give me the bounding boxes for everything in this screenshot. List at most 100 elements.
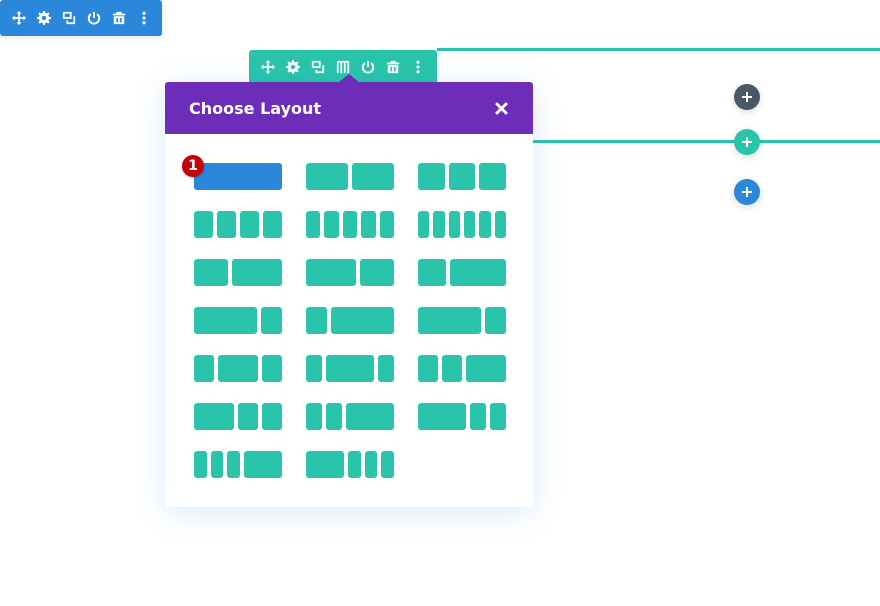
- layout-column: [361, 211, 376, 238]
- layout-column: [418, 163, 445, 190]
- row-border-bottom: [533, 140, 880, 143]
- plus-icon: [742, 137, 752, 147]
- layout-column: [449, 259, 506, 286]
- layout-option-1-2-1[interactable]: [194, 355, 282, 382]
- layout-column: [442, 355, 462, 382]
- layout-option-3-1-1[interactable]: [418, 403, 506, 430]
- layout-column: [418, 307, 481, 334]
- more-icon[interactable]: [406, 50, 431, 83]
- layout-column: [448, 211, 460, 238]
- layout-option-1-1-1-1[interactable]: [194, 211, 282, 238]
- layout-column: [342, 211, 358, 238]
- layout-column: [348, 451, 361, 478]
- layout-column: [417, 259, 446, 286]
- layout-column: [306, 307, 327, 334]
- layout-column: [306, 451, 344, 478]
- layout-column: [466, 355, 506, 382]
- gear-icon[interactable]: [280, 50, 305, 83]
- trash-icon[interactable]: [106, 0, 131, 36]
- layout-column: [326, 403, 342, 430]
- layout-column: [240, 211, 259, 238]
- layout-option-1-1-1-3[interactable]: [194, 451, 282, 478]
- layout-column: [485, 307, 506, 334]
- layout-option-3-2[interactable]: [305, 259, 394, 286]
- layout-option-3-1[interactable]: [418, 307, 506, 334]
- layout-row: 1: [182, 155, 506, 190]
- power-icon[interactable]: [81, 0, 106, 36]
- layout-option-1-3[interactable]: [306, 307, 394, 334]
- layout-option-1-1[interactable]: [306, 163, 394, 190]
- add-row-button[interactable]: [734, 129, 760, 155]
- layout-column: [194, 163, 282, 190]
- layout-column: [261, 307, 282, 334]
- layout-column: [210, 451, 224, 478]
- layout-option-1-1-3[interactable]: [306, 403, 394, 430]
- layout-column: [227, 451, 240, 478]
- layout-row: [194, 307, 506, 334]
- layout-column: [463, 211, 476, 238]
- layout-column: [194, 451, 207, 478]
- layout-option-1-2[interactable]: [417, 259, 506, 286]
- layout-option-1-1-2[interactable]: [418, 355, 506, 382]
- layout-option-3-1-1-1[interactable]: [306, 451, 394, 478]
- layout-column: [306, 211, 321, 238]
- layout-column: [433, 211, 445, 238]
- move-icon[interactable]: [255, 50, 280, 83]
- layout-column: [231, 259, 282, 286]
- layout-option-2-1-1[interactable]: [194, 403, 282, 430]
- layout-column: [479, 211, 491, 238]
- layout-column: [418, 355, 438, 382]
- plus-icon: [742, 187, 752, 197]
- modal-header: Choose Layout: [165, 74, 533, 134]
- move-icon[interactable]: [6, 0, 31, 36]
- layout-column: [324, 211, 339, 238]
- duplicate-icon[interactable]: [305, 50, 330, 83]
- more-icon[interactable]: [131, 0, 156, 36]
- step-badge: 1: [182, 155, 204, 177]
- layout-column: [352, 163, 394, 190]
- layout-column: [217, 211, 236, 238]
- layout-row: [194, 211, 506, 238]
- choose-layout-modal: Choose Layout 1: [165, 74, 533, 507]
- duplicate-icon[interactable]: [56, 0, 81, 36]
- layout-column: [194, 355, 214, 382]
- power-icon[interactable]: [356, 50, 381, 83]
- layout-option-1-1-1[interactable]: [418, 163, 506, 190]
- layout-option-1-3-1[interactable]: [306, 355, 394, 382]
- modal-title: Choose Layout: [189, 98, 322, 118]
- row-border-top: [437, 48, 880, 51]
- layout-option-3-1[interactable]: [194, 307, 282, 334]
- layout-column: [305, 259, 357, 286]
- add-section-button[interactable]: [734, 179, 760, 205]
- layout-grid: 1: [182, 155, 506, 499]
- layout-column: [379, 211, 394, 238]
- layout-row: [194, 451, 505, 478]
- close-button[interactable]: [493, 100, 509, 116]
- layout-column: [448, 163, 476, 190]
- layout-option-1-1-1-1-1[interactable]: [306, 211, 394, 238]
- layout-column: [238, 403, 258, 430]
- layout-column: [418, 403, 466, 430]
- layout-column: [479, 163, 506, 190]
- layout-column: [378, 355, 394, 382]
- layout-column: [194, 307, 257, 334]
- layout-row: [194, 403, 506, 430]
- layout-column: [306, 355, 322, 382]
- layout-column: [194, 211, 213, 238]
- layout-column: [262, 355, 282, 382]
- trash-icon[interactable]: [381, 50, 406, 83]
- layout-option-1[interactable]: 1: [182, 155, 282, 190]
- layout-column: [326, 355, 374, 382]
- layout-column: [194, 259, 228, 286]
- close-icon: [494, 101, 508, 115]
- layout-column: [263, 211, 282, 238]
- add-module-button[interactable]: [734, 84, 760, 110]
- layout-column: [364, 451, 378, 478]
- layout-column: [262, 403, 282, 430]
- gear-icon[interactable]: [31, 0, 56, 36]
- layout-option-2-3[interactable]: [194, 259, 282, 286]
- layout-row: [194, 355, 506, 382]
- layout-column: [360, 259, 394, 286]
- layout-option-1-1-1-1-1-1[interactable]: [417, 211, 506, 238]
- section-toolbar: [0, 0, 162, 36]
